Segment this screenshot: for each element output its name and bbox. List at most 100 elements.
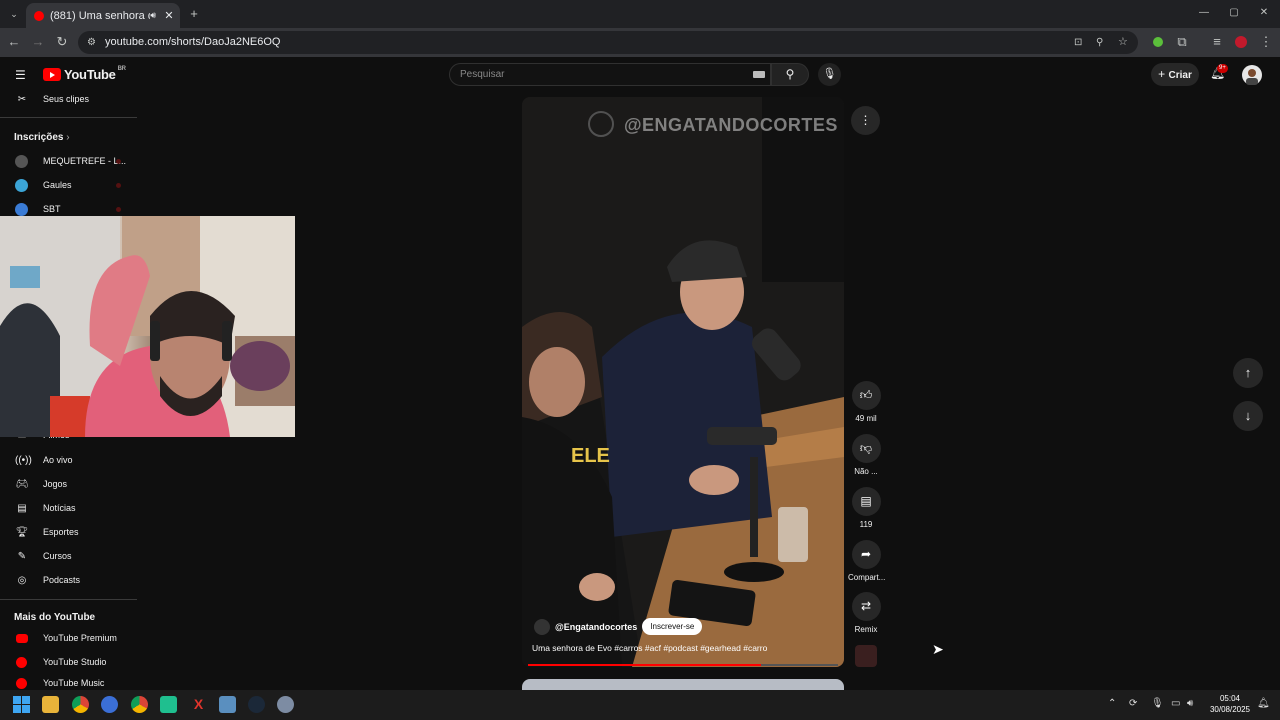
remix-button[interactable]: ⇄ bbox=[851, 592, 881, 621]
like-button[interactable]: 👍︎ bbox=[851, 381, 881, 410]
browser-toolbar: ← → ↻ ⚙︎ youtube.com/shorts/DaoJa2NE6OQ … bbox=[0, 28, 1280, 57]
live-indicator-icon bbox=[116, 206, 121, 212]
sidebar-item-youtube-studio[interactable]: YouTube Studio bbox=[0, 652, 137, 672]
sidebar-item-sports[interactable]: 🏆︎ Esportes bbox=[0, 522, 137, 542]
channel-avatar[interactable] bbox=[534, 618, 550, 635]
windows-start-icon[interactable] bbox=[13, 696, 30, 713]
share-label: Compart... bbox=[848, 573, 886, 582]
video-watermark: @ENGATANDOCORTES bbox=[624, 115, 838, 135]
extensions-puzzle-icon[interactable]: ⧉ bbox=[1174, 35, 1190, 49]
youtube-logo[interactable]: YouTube BR bbox=[43, 66, 126, 82]
volume-icon[interactable]: 🔊︎ bbox=[1187, 698, 1193, 709]
channel-name[interactable]: @Engatandocortes bbox=[555, 622, 637, 632]
taskbar-clock[interactable]: 05:04 30/08/2025 bbox=[1205, 693, 1255, 715]
tray-mic-icon[interactable]: 🎙︎ bbox=[1151, 698, 1164, 709]
address-bar[interactable]: ⚙︎ youtube.com/shorts/DaoJa2NE6OQ ⊡ ⚲ ☆ bbox=[78, 31, 1138, 54]
extension-green-icon[interactable] bbox=[1153, 37, 1163, 47]
menu-hamburger-icon[interactable]: ☰ bbox=[15, 68, 26, 82]
channel-avatar bbox=[15, 178, 28, 192]
steam-icon[interactable] bbox=[248, 696, 265, 713]
url-text: youtube.com/shorts/DaoJa2NE6OQ bbox=[105, 36, 281, 48]
tray-chevron-icon[interactable]: ⌃ bbox=[1108, 698, 1116, 709]
webcam-overlay bbox=[0, 216, 295, 437]
sidebar-item-clips[interactable]: ✂︎ Seus clipes bbox=[0, 89, 137, 109]
install-icon[interactable]: ⊡ bbox=[1074, 31, 1082, 54]
keyboard-icon[interactable] bbox=[753, 71, 765, 78]
bookmark-star-icon[interactable]: ☆ bbox=[1118, 31, 1128, 54]
tab-close-icon[interactable]: ✕ bbox=[162, 9, 176, 22]
sidebar-item-youtube-music[interactable]: YouTube Music bbox=[0, 676, 137, 690]
subscribe-button[interactable]: Inscrever-se bbox=[642, 618, 703, 635]
speaker-icon[interactable]: 🔊︎ bbox=[150, 10, 156, 21]
image-app-icon[interactable] bbox=[219, 696, 236, 713]
browser-menu-icon[interactable]: ⋮ bbox=[1258, 35, 1274, 49]
progress-fill bbox=[528, 664, 761, 666]
sidebar-item-label: Jogos bbox=[43, 479, 68, 489]
youtube-header: ☰ YouTube BR Pesquisar ⚲ 🎙︎ + Criar 🔔︎ 9… bbox=[0, 57, 1280, 95]
thumbs-up-icon: 👍︎ bbox=[859, 388, 873, 402]
voice-search-button[interactable]: 🎙︎ bbox=[818, 63, 841, 86]
sidebar-item-label: MEQUETREFE - L... bbox=[43, 156, 127, 166]
site-info-icon[interactable]: ⚙︎ bbox=[87, 31, 96, 54]
sidebar-item-live[interactable]: ((•)) Ao vivo bbox=[0, 450, 137, 470]
sidebar-item-label: YouTube Music bbox=[43, 678, 105, 688]
search-button[interactable]: ⚲ bbox=[771, 63, 809, 86]
next-short-button[interactable]: ↓ bbox=[1233, 401, 1263, 431]
profile-avatar-icon[interactable] bbox=[1235, 36, 1247, 48]
more-vertical-icon: ⋮ bbox=[859, 113, 872, 127]
youtube-play-icon bbox=[43, 68, 61, 81]
browser-app-icon[interactable] bbox=[101, 696, 118, 713]
chrome-profile-icon[interactable] bbox=[131, 696, 148, 713]
maximize-button[interactable]: ▢ bbox=[1226, 6, 1242, 20]
sidebar-item-youtube-premium[interactable]: YouTube Premium bbox=[0, 628, 137, 648]
share-button[interactable]: ➦ bbox=[851, 540, 881, 569]
browser-tab[interactable]: (881) Uma senhora de Evo 🔊︎ ✕ bbox=[26, 3, 180, 28]
sidebar-item-podcasts[interactable]: ◎ Podcasts bbox=[0, 570, 137, 590]
create-button[interactable]: + Criar bbox=[1151, 63, 1199, 86]
previous-short-button[interactable]: ↑ bbox=[1233, 358, 1263, 388]
subscriptions-heading[interactable]: Inscrições › bbox=[14, 132, 70, 143]
network-icon[interactable]: ▭ bbox=[1171, 698, 1180, 709]
new-tab-button[interactable]: + bbox=[186, 7, 202, 21]
video-caption: ELE bbox=[571, 445, 610, 467]
comment-count: 119 bbox=[859, 520, 873, 529]
plus-icon: + bbox=[1158, 67, 1169, 81]
forward-icon[interactable]: → bbox=[30, 35, 46, 49]
remix-label: Remix bbox=[854, 625, 878, 634]
sidebar-item-games[interactable]: 🎮︎ Jogos bbox=[0, 474, 137, 494]
chrome-icon[interactable] bbox=[72, 696, 89, 713]
file-explorer-icon[interactable] bbox=[42, 696, 59, 713]
tab-search-icon[interactable]: ⌄ bbox=[6, 7, 22, 21]
back-icon[interactable]: ← bbox=[6, 35, 22, 49]
dislike-button[interactable]: 👎︎ bbox=[851, 434, 881, 463]
live-indicator-icon bbox=[116, 182, 121, 188]
close-window-button[interactable]: ✕ bbox=[1256, 6, 1272, 20]
sidebar-item-label: Notícias bbox=[43, 503, 76, 513]
short-title[interactable]: Uma senhora de Evo #carros #acf #podcast… bbox=[532, 643, 767, 653]
reload-icon[interactable]: ↻ bbox=[54, 35, 70, 49]
short-video-player[interactable]: @ENGATANDOCORTES ELE @Engatandocortes In… bbox=[522, 97, 844, 667]
video-progress-bar[interactable] bbox=[528, 664, 838, 666]
zoom-icon[interactable]: ⚲ bbox=[1096, 31, 1103, 54]
sidebar-item-label: Cursos bbox=[43, 551, 72, 561]
more-options-button[interactable]: ⋮ bbox=[851, 106, 880, 135]
media-control-icon[interactable]: ≡ bbox=[1209, 35, 1225, 49]
sidebar-item-news[interactable]: ▤ Notícias bbox=[0, 498, 137, 518]
comment-button[interactable]: ▤ bbox=[851, 487, 881, 516]
minimize-button[interactable]: — bbox=[1196, 6, 1212, 20]
settings-gear-icon[interactable] bbox=[277, 696, 294, 713]
app-green-icon[interactable] bbox=[160, 696, 177, 713]
account-avatar[interactable] bbox=[1242, 65, 1262, 85]
sidebar-item-subscription[interactable]: MEQUETREFE - L... bbox=[0, 151, 137, 171]
sidebar-item-courses[interactable]: ✎ Cursos bbox=[0, 546, 137, 566]
remix-icon: ⇄ bbox=[860, 599, 872, 613]
app-x-icon[interactable]: X bbox=[190, 696, 207, 713]
sync-icon[interactable]: ⟳ bbox=[1129, 698, 1137, 709]
sidebar-item-subscription[interactable]: Gaules bbox=[0, 175, 137, 195]
sound-thumbnail[interactable] bbox=[855, 645, 877, 667]
news-icon: ▤ bbox=[17, 502, 27, 514]
search-input[interactable]: Pesquisar bbox=[449, 63, 771, 86]
share-action: ➦ Compart... bbox=[848, 540, 886, 582]
gamepad-icon: 🎮︎ bbox=[15, 478, 29, 490]
notifications-center-icon[interactable]: 🔔︎ bbox=[1257, 698, 1270, 709]
